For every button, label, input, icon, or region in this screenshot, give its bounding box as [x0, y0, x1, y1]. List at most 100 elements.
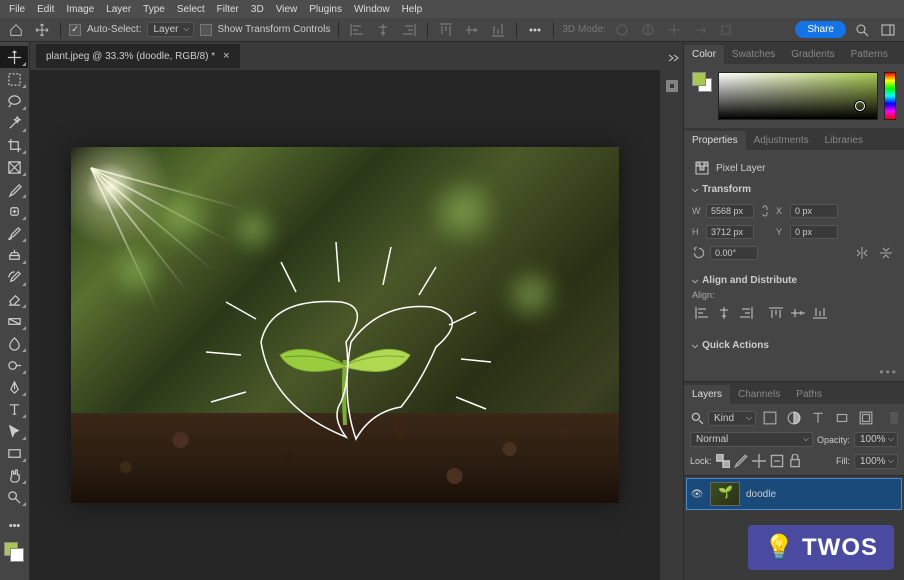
history-panel-icon[interactable]: [662, 76, 682, 96]
flip-vertical-icon[interactable]: [876, 243, 896, 263]
align-top-icon[interactable]: [766, 304, 786, 322]
menu-view[interactable]: View: [271, 2, 303, 17]
home-icon[interactable]: [6, 20, 26, 40]
pen-tool[interactable]: [0, 376, 28, 398]
gradient-tool[interactable]: [0, 310, 28, 332]
filter-type-icon[interactable]: [808, 408, 828, 428]
menu-plugins[interactable]: Plugins: [304, 2, 347, 17]
menu-edit[interactable]: Edit: [32, 2, 59, 17]
move-tool[interactable]: [0, 46, 28, 68]
expand-panels-icon[interactable]: [662, 48, 682, 68]
more-options-icon[interactable]: •••: [879, 365, 898, 379]
visibility-toggle-icon[interactable]: 👁: [690, 489, 704, 500]
menu-select[interactable]: Select: [172, 2, 210, 17]
lock-transparency-icon[interactable]: [716, 451, 730, 471]
opacity-input[interactable]: 100%: [854, 432, 898, 447]
lock-artboard-icon[interactable]: [770, 451, 784, 471]
menu-layer[interactable]: Layer: [101, 2, 136, 17]
layer-filter-kind[interactable]: Kind: [708, 411, 756, 426]
tab-channels[interactable]: Channels: [730, 385, 788, 404]
lock-pixels-icon[interactable]: [734, 451, 748, 471]
align-hcenter-icon[interactable]: [714, 304, 734, 322]
menu-filter[interactable]: Filter: [212, 2, 244, 17]
layer-thumbnail[interactable]: [710, 482, 740, 506]
more-align-icon[interactable]: [525, 20, 545, 40]
search-icon[interactable]: [852, 20, 872, 40]
menu-window[interactable]: Window: [349, 2, 395, 17]
y-input[interactable]: 0 px: [790, 225, 838, 239]
frame-tool[interactable]: [0, 156, 28, 178]
align-vcenter-icon[interactable]: [788, 304, 808, 322]
fill-input[interactable]: 100%: [854, 454, 898, 469]
blend-mode-dropdown[interactable]: Normal: [690, 432, 813, 447]
align-vertical-centers-icon[interactable]: [462, 20, 482, 40]
tab-swatches[interactable]: Swatches: [724, 45, 783, 64]
close-tab-icon[interactable]: ×: [223, 50, 229, 62]
align-right-edges-icon[interactable]: [399, 20, 419, 40]
menu-image[interactable]: Image: [61, 2, 99, 17]
align-section-header[interactable]: Align and Distribute: [692, 271, 896, 290]
hand-tool[interactable]: [0, 464, 28, 486]
tab-paths[interactable]: Paths: [788, 385, 830, 404]
menu-type[interactable]: Type: [138, 2, 170, 17]
eraser-tool[interactable]: [0, 288, 28, 310]
blur-tool[interactable]: [0, 332, 28, 354]
collapsed-panel-tab[interactable]: [668, 238, 678, 266]
x-input[interactable]: 0 px: [790, 204, 838, 218]
tab-layers[interactable]: Layers: [684, 385, 730, 404]
layer-filter-search-icon[interactable]: [690, 408, 704, 428]
marquee-tool[interactable]: [0, 68, 28, 90]
crop-tool[interactable]: [0, 134, 28, 156]
lasso-tool[interactable]: [0, 90, 28, 112]
filter-shape-icon[interactable]: [832, 408, 852, 428]
workspace-switcher-icon[interactable]: [878, 20, 898, 40]
menu-3d[interactable]: 3D: [246, 2, 269, 17]
align-bottom-icon[interactable]: [810, 304, 830, 322]
document-tab[interactable]: plant.jpeg @ 33.3% (doodle, RGB/8) * ×: [36, 44, 240, 68]
align-horizontal-centers-icon[interactable]: [373, 20, 393, 40]
rectangle-tool[interactable]: [0, 442, 28, 464]
align-left-icon[interactable]: [692, 304, 712, 322]
show-transform-checkbox[interactable]: [200, 24, 212, 36]
link-dimensions-icon[interactable]: [758, 201, 772, 221]
brush-tool[interactable]: [0, 222, 28, 244]
quick-actions-header[interactable]: Quick Actions: [692, 336, 896, 355]
tab-libraries[interactable]: Libraries: [817, 131, 871, 150]
clone-stamp-tool[interactable]: [0, 244, 28, 266]
share-button[interactable]: Share: [795, 21, 846, 38]
path-selection-tool[interactable]: [0, 420, 28, 442]
canvas[interactable]: [30, 70, 660, 580]
zoom-tool[interactable]: [0, 486, 28, 508]
healing-brush-tool[interactable]: [0, 200, 28, 222]
align-bottom-edges-icon[interactable]: [488, 20, 508, 40]
flip-horizontal-icon[interactable]: [852, 243, 872, 263]
align-top-edges-icon[interactable]: [436, 20, 456, 40]
dodge-tool[interactable]: [0, 354, 28, 376]
color-picker[interactable]: [684, 64, 904, 128]
lock-position-icon[interactable]: [752, 451, 766, 471]
edit-toolbar-icon[interactable]: [0, 514, 28, 536]
eyedropper-tool[interactable]: [0, 178, 28, 200]
type-tool[interactable]: [0, 398, 28, 420]
color-swatch-pair[interactable]: [692, 72, 712, 92]
lock-all-icon[interactable]: [788, 451, 802, 471]
align-right-icon[interactable]: [736, 304, 756, 322]
menu-file[interactable]: File: [4, 2, 30, 17]
move-tool-icon[interactable]: [32, 20, 52, 40]
angle-input[interactable]: 0.00°: [710, 246, 758, 260]
filter-adjustment-icon[interactable]: [784, 408, 804, 428]
tab-adjustments[interactable]: Adjustments: [746, 131, 817, 150]
tab-patterns[interactable]: Patterns: [843, 45, 896, 64]
collapsed-panel-tab[interactable]: [668, 200, 678, 228]
height-input[interactable]: 3712 px: [706, 225, 754, 239]
filter-pixel-icon[interactable]: [760, 408, 780, 428]
auto-select-dropdown[interactable]: Layer: [147, 22, 193, 37]
filter-toggle[interactable]: [890, 412, 898, 424]
history-brush-tool[interactable]: [0, 266, 28, 288]
magic-wand-tool[interactable]: [0, 112, 28, 134]
color-field[interactable]: [718, 72, 878, 120]
auto-select-checkbox[interactable]: [69, 24, 81, 36]
hue-slider[interactable]: [884, 72, 896, 120]
width-input[interactable]: 5568 px: [706, 204, 754, 218]
transform-section-header[interactable]: Transform: [692, 180, 896, 199]
